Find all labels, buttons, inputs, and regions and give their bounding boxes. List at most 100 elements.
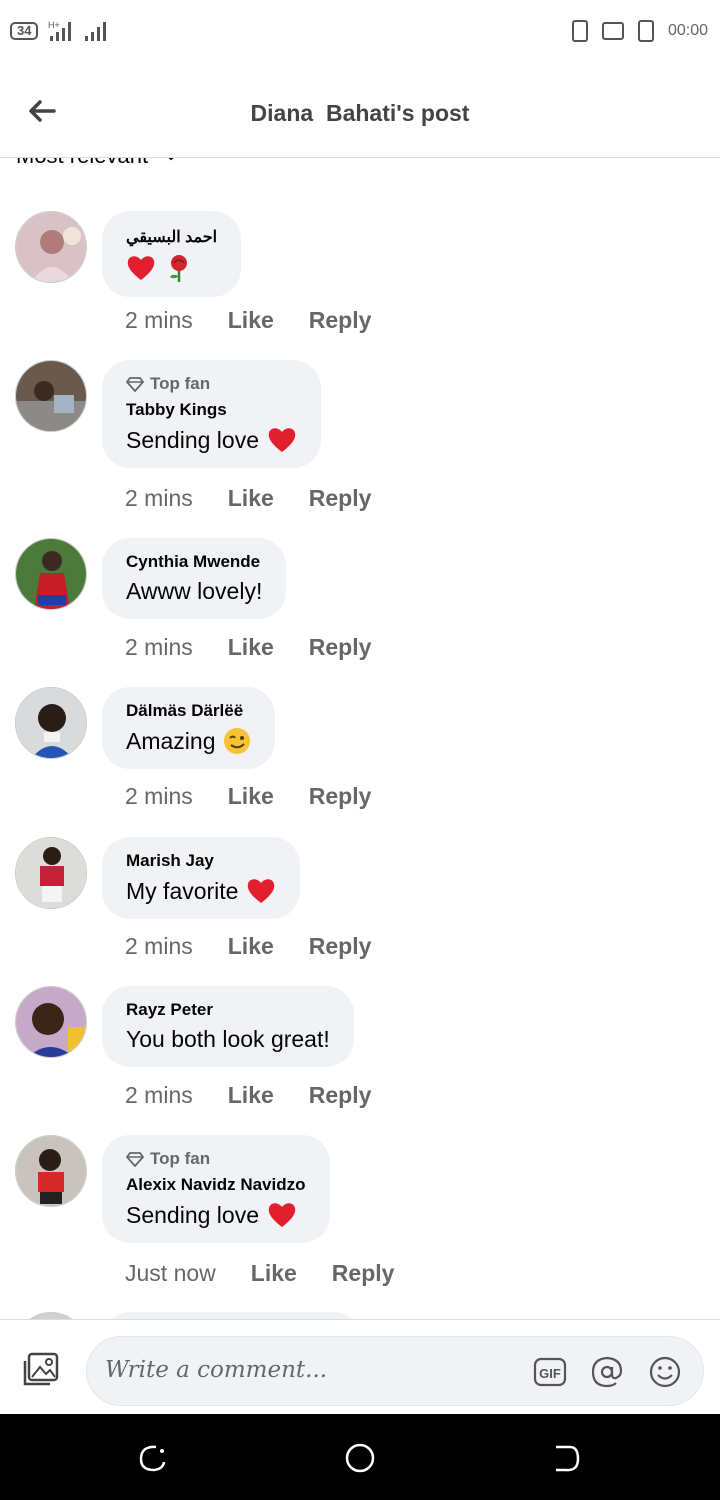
comment-bubble[interactable]: Top fan Tabby Kings Sending love	[102, 360, 321, 468]
like-button[interactable]: Like	[228, 485, 274, 512]
reply-button[interactable]: Reply	[309, 783, 372, 810]
comment-text-content: You both look great!	[126, 1026, 330, 1052]
status-left: 34 H+	[10, 20, 108, 42]
comment-text-content: Amazing	[126, 727, 216, 754]
diamond-icon	[126, 1152, 144, 1167]
comment-time[interactable]: Just now	[125, 1260, 216, 1287]
avatar[interactable]	[15, 986, 87, 1058]
comment-actions: 2 mins Like Reply	[125, 634, 371, 661]
comment-time[interactable]: 2 mins	[125, 1082, 193, 1109]
comment-time[interactable]: 2 mins	[125, 933, 193, 960]
avatar[interactable]	[15, 1135, 87, 1207]
photo-icon	[23, 1352, 59, 1386]
home-icon[interactable]	[344, 1442, 376, 1474]
comment-actions: 2 mins Like Reply	[125, 783, 371, 810]
wink-emoji-icon	[224, 728, 251, 754]
comment-text: You both look great!	[126, 1026, 330, 1053]
like-button[interactable]: Like	[228, 783, 274, 810]
svg-text:H+: H+	[48, 20, 60, 30]
comment-bubble[interactable]: Marish Jay My favorite	[102, 837, 301, 919]
recent-apps-icon[interactable]	[136, 1442, 168, 1474]
comment-text: Sending love	[126, 1201, 306, 1229]
comment-author[interactable]: Cynthia Mwende	[126, 552, 262, 572]
comment-text: Sending love	[126, 426, 297, 454]
comment-text	[126, 253, 217, 283]
comment-bubble[interactable]	[102, 1312, 362, 1319]
comment-text-content: Awww lovely!	[126, 578, 263, 604]
avatar[interactable]	[15, 211, 87, 283]
heart-emoji-icon	[268, 1203, 296, 1227]
status-bar: 34 H+ 00:00	[0, 0, 720, 66]
heart-emoji-icon	[127, 256, 155, 280]
reply-button[interactable]: Reply	[309, 485, 372, 512]
reply-button[interactable]: Reply	[309, 1082, 372, 1109]
signal-icon-2	[85, 22, 107, 41]
comment-bubble[interactable]: احمد البسيقي	[102, 211, 242, 297]
comment-actions: 2 mins Like Reply	[125, 307, 371, 334]
avatar[interactable]	[15, 538, 87, 610]
svg-text:GIF: GIF	[539, 1366, 561, 1381]
comment-text-content: Sending love	[126, 1201, 259, 1228]
reply-button[interactable]: Reply	[309, 307, 372, 334]
reply-button[interactable]: Reply	[332, 1260, 395, 1287]
vibrate-icon	[601, 22, 624, 40]
comment-time[interactable]: 2 mins	[125, 307, 193, 334]
like-button[interactable]: Like	[228, 307, 274, 334]
comment-actions: 2 mins Like Reply	[125, 485, 371, 512]
rose-emoji-icon	[170, 255, 187, 282]
emoji-icon[interactable]	[648, 1355, 682, 1389]
avatar[interactable]	[15, 360, 87, 432]
avatar[interactable]	[15, 1312, 87, 1319]
back-nav-icon[interactable]	[550, 1442, 582, 1474]
signal-icon: H+	[48, 20, 72, 41]
top-fan-badge: Top fan	[126, 1149, 306, 1169]
avatar[interactable]	[15, 837, 87, 909]
reply-button[interactable]: Reply	[309, 933, 372, 960]
comment-author[interactable]: Tabby Kings	[126, 400, 297, 420]
top-fan-label: Top fan	[150, 374, 211, 393]
comment-author[interactable]: Alexix Navidz Navidzo	[126, 1175, 306, 1195]
comment-actions: 2 mins Like Reply	[125, 933, 371, 960]
battery-icon	[637, 20, 654, 42]
comment-text-content: My favorite	[126, 877, 239, 904]
comment-text: Awww lovely!	[126, 578, 262, 605]
comment-composer: Write a comment... GIF	[0, 1319, 720, 1414]
comment-author[interactable]: Marish Jay	[126, 851, 276, 871]
comment-time[interactable]: 2 mins	[125, 485, 193, 512]
comment-author[interactable]: احمد البسيقي	[126, 227, 217, 247]
comment-list: احمد البسيقي 2 mins Like Reply Top fan T…	[0, 159, 720, 1319]
status-right: 00:00	[571, 20, 708, 42]
photo-button[interactable]	[22, 1352, 62, 1388]
comment-author[interactable]: Rayz Peter	[126, 1000, 330, 1020]
comment-input[interactable]: Write a comment... GIF	[86, 1336, 704, 1406]
like-button[interactable]: Like	[228, 634, 274, 661]
navigation-bar	[0, 1414, 720, 1500]
like-button[interactable]: Like	[251, 1260, 297, 1287]
comment-placeholder: Write a comment...	[105, 1357, 328, 1383]
comment-actions: 2 mins Like Reply	[125, 1082, 371, 1109]
post-header: Diana Bahati's post	[0, 66, 720, 158]
comment-bubble[interactable]: Cynthia Mwende Awww lovely!	[102, 538, 287, 619]
reply-button[interactable]: Reply	[309, 634, 372, 661]
top-fan-badge: Top fan	[126, 374, 297, 394]
clock: 00:00	[667, 22, 708, 39]
page-title: Diana Bahati's post	[250, 100, 470, 126]
like-button[interactable]: Like	[228, 1082, 274, 1109]
comment-actions: Just now Like Reply	[125, 1260, 394, 1287]
comment-text: My favorite	[126, 877, 276, 905]
like-button[interactable]: Like	[228, 933, 274, 960]
avatar[interactable]	[15, 687, 87, 759]
comment-time[interactable]: 2 mins	[125, 783, 193, 810]
comment-bubble[interactable]: Rayz Peter You both look great!	[102, 986, 354, 1067]
heart-emoji-icon	[268, 428, 296, 452]
comment-bubble[interactable]: Dälmäs Därlëë Amazing	[102, 687, 276, 769]
notification-icon	[571, 20, 588, 42]
top-fan-label: Top fan	[150, 1149, 211, 1168]
gif-icon[interactable]: GIF	[533, 1355, 567, 1389]
comment-author[interactable]: Dälmäs Därlëë	[126, 701, 251, 721]
comment-time[interactable]: 2 mins	[125, 634, 193, 661]
diamond-icon	[126, 377, 144, 392]
comment-bubble[interactable]: Top fan Alexix Navidz Navidzo Sending lo…	[102, 1135, 330, 1243]
comment-text: Amazing	[126, 727, 251, 755]
mention-icon[interactable]	[590, 1355, 624, 1389]
